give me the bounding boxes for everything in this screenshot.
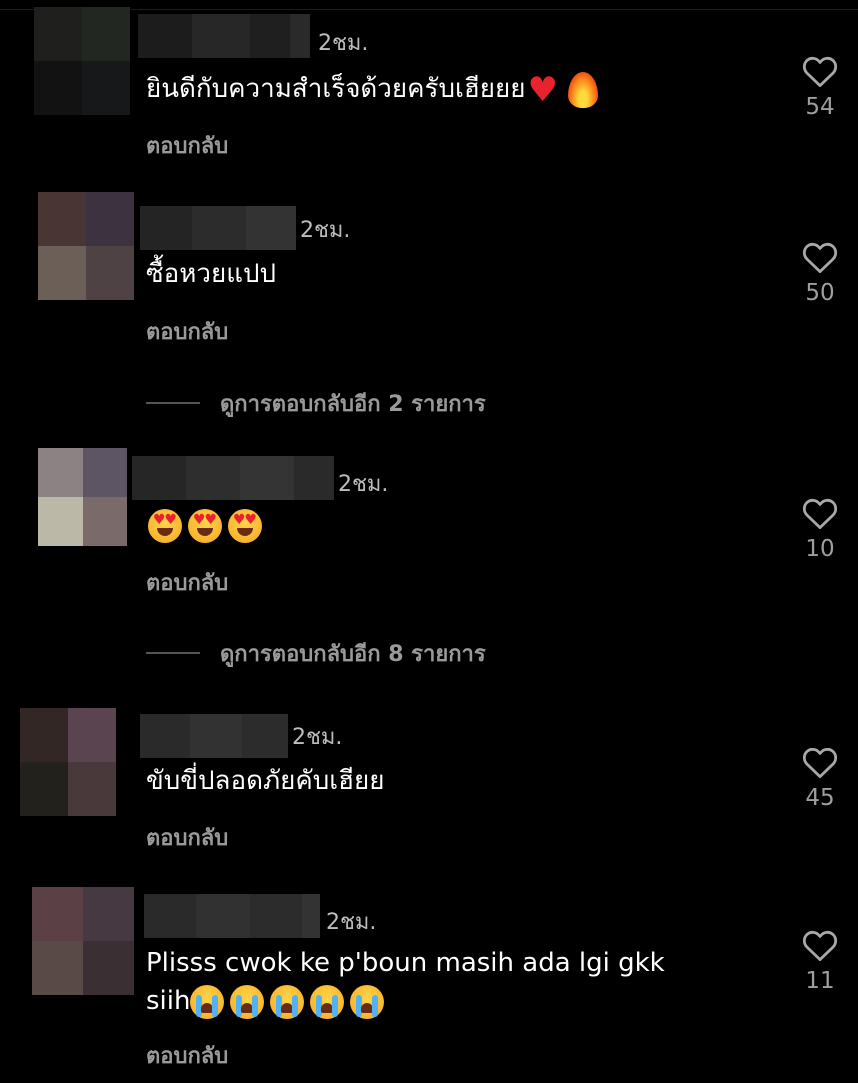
divider-line <box>146 402 200 404</box>
heart-outline-icon[interactable] <box>801 745 839 779</box>
heart-outline-icon[interactable] <box>801 928 839 962</box>
comment-text: ขับขี่ปลอดภัยคับเฮียย <box>146 766 385 796</box>
username-redacted[interactable] <box>144 894 320 938</box>
comment-text: Plisss cwok ke p'boun masih ada lgi gkk … <box>146 944 665 1020</box>
username-redacted[interactable] <box>140 714 288 758</box>
reply-button[interactable]: ตอบกลับ <box>146 314 228 349</box>
red-heart-icon: ♥ <box>527 69 558 110</box>
username-redacted[interactable] <box>140 206 296 250</box>
comment-time: 2ชม. <box>300 218 351 243</box>
comment-text: ยินดีกับความสำเร็จด้วยครับเฮียยย♥ <box>146 70 598 108</box>
comment-text-body: ยินดีกับความสำเร็จด้วยครับเฮียยย <box>146 74 526 104</box>
heart-outline-icon[interactable] <box>801 496 839 530</box>
username-redacted[interactable] <box>138 14 310 58</box>
view-more-replies[interactable]: ดูการตอบกลับอีก 2 รายการ <box>146 388 486 418</box>
comment-time: 2ชม. <box>338 472 389 497</box>
avatar[interactable] <box>20 708 116 816</box>
reply-button[interactable]: ตอบกลับ <box>146 128 228 163</box>
comment-time: 2ชม. <box>326 910 377 935</box>
comment-time: 2ชม. <box>292 725 343 750</box>
username-redacted[interactable] <box>132 456 334 500</box>
avatar[interactable] <box>34 7 130 115</box>
like-count: 11 <box>805 968 835 994</box>
heart-eyes-emoji-icon <box>148 508 182 543</box>
like-button[interactable]: 45 <box>795 745 845 811</box>
comment-time: 2ชม. <box>318 31 369 56</box>
reply-button[interactable]: ตอบกลับ <box>146 565 228 600</box>
comment-text-line: Plisss cwok ke p'boun masih ada lgi gkk <box>146 948 665 978</box>
comment-text-tail: siih <box>146 986 191 1016</box>
comment-text <box>148 506 268 544</box>
like-button[interactable]: 11 <box>795 928 845 994</box>
heart-eyes-emoji-icon <box>228 508 262 543</box>
like-button[interactable]: 10 <box>795 496 845 562</box>
view-more-label[interactable]: ดูการตอบกลับอีก 2 รายการ <box>220 386 486 421</box>
crying-emoji-icon <box>190 984 225 1019</box>
divider-line <box>146 652 200 654</box>
crying-emoji-icon <box>350 984 385 1019</box>
view-more-replies[interactable]: ดูการตอบกลับอีก 8 รายการ <box>146 638 486 668</box>
like-count: 50 <box>805 280 835 306</box>
fire-icon <box>567 71 598 108</box>
avatar[interactable] <box>38 192 134 300</box>
like-button[interactable]: 54 <box>795 54 845 120</box>
like-count: 45 <box>805 785 835 811</box>
heart-outline-icon[interactable] <box>801 240 839 274</box>
reply-button[interactable]: ตอบกลับ <box>146 820 228 855</box>
like-count: 10 <box>805 536 835 562</box>
heart-outline-icon[interactable] <box>801 54 839 88</box>
comment-text: ซื้อหวยแปป <box>146 259 276 289</box>
crying-emoji-icon <box>310 984 345 1019</box>
like-button[interactable]: 50 <box>795 240 845 306</box>
crying-emoji-icon <box>270 984 305 1019</box>
avatar[interactable] <box>32 887 134 995</box>
avatar[interactable] <box>38 448 127 546</box>
crying-emoji-icon <box>230 984 265 1019</box>
heart-eyes-emoji-icon <box>188 508 222 543</box>
view-more-label[interactable]: ดูการตอบกลับอีก 8 รายการ <box>220 636 486 671</box>
reply-button[interactable]: ตอบกลับ <box>146 1038 228 1073</box>
like-count: 54 <box>805 94 835 120</box>
comment-text-line-2: siih <box>146 982 665 1020</box>
